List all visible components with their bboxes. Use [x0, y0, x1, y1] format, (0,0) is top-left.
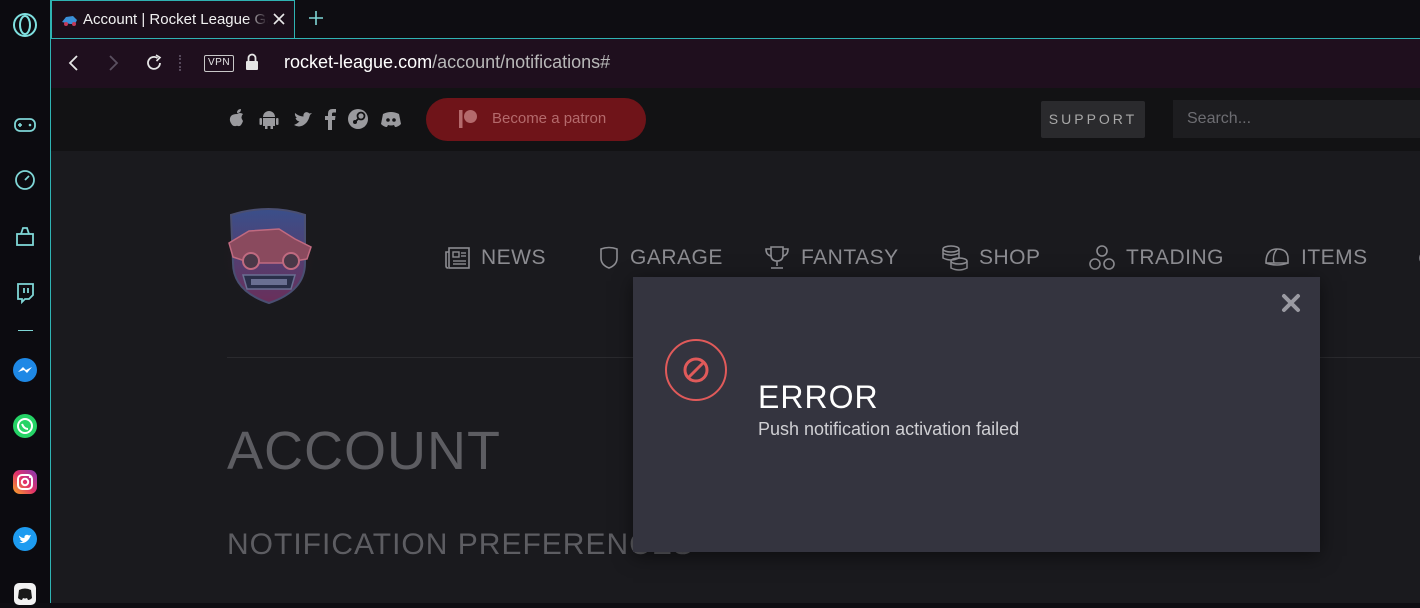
- nav-news-label: NEWS: [481, 246, 546, 269]
- shield-icon: [600, 246, 618, 269]
- sidebar-divider: [18, 330, 33, 331]
- vpn-badge[interactable]: VPN: [204, 55, 235, 72]
- nav-trading[interactable]: TRADING: [1088, 238, 1224, 278]
- nav-trading-label: TRADING: [1126, 246, 1224, 269]
- url-path: /account/notifications#: [432, 52, 611, 72]
- helmet-icon: [1265, 248, 1289, 266]
- support-button[interactable]: SUPPORT: [1041, 101, 1145, 138]
- coins-icon: [942, 245, 968, 271]
- speed-dial-icon[interactable]: [11, 166, 39, 194]
- site-topbar: Become a patron SUPPORT: [51, 88, 1420, 151]
- nav-fantasy[interactable]: FANTASY: [763, 238, 899, 278]
- nav-shop[interactable]: SHOP: [941, 238, 1041, 278]
- cleaner-icon[interactable]: [11, 222, 39, 250]
- opera-logo-icon[interactable]: [11, 11, 39, 39]
- apple-icon[interactable]: [227, 108, 249, 130]
- section-title: NOTIFICATION PREFERENCES: [227, 528, 694, 561]
- close-tab-icon[interactable]: [271, 11, 287, 27]
- address-separator: [179, 55, 183, 71]
- patron-label: Become a patron: [492, 110, 607, 127]
- twitter-icon[interactable]: [292, 108, 314, 130]
- twitter-icon[interactable]: [11, 525, 39, 553]
- address-bar: VPN rocket-league.com/account/notificati…: [51, 38, 1420, 88]
- tab-bar: Account | Rocket League Garage: [51, 0, 1420, 38]
- browser-tab[interactable]: Account | Rocket League Garage: [51, 0, 295, 38]
- forward-icon[interactable]: [103, 53, 123, 73]
- tab-title: Account | Rocket League Garage: [83, 11, 268, 28]
- whatsapp-icon[interactable]: [11, 412, 39, 440]
- close-icon[interactable]: [1281, 293, 1301, 313]
- nav-more-icon[interactable]: [1415, 238, 1420, 278]
- steam-icon[interactable]: [347, 108, 369, 130]
- rocket-league-garage-logo[interactable]: [219, 203, 321, 308]
- url-host: rocket-league.com: [284, 52, 433, 72]
- nav-items[interactable]: ITEMS: [1263, 238, 1368, 278]
- dialog-message: Push notification activation failed: [758, 419, 1020, 439]
- nav-fantasy-label: FANTASY: [801, 246, 899, 269]
- dialog-title: ERROR: [758, 379, 879, 415]
- gx-controller-icon[interactable]: [11, 111, 39, 139]
- error-dialog: ERROR Push notification activation faile…: [633, 277, 1320, 552]
- discord-icon[interactable]: [11, 580, 39, 608]
- nav-items-label: ITEMS: [1301, 246, 1368, 269]
- error-ban-icon: [664, 338, 728, 402]
- rocket-league-garage-favicon: [61, 12, 78, 31]
- nav-shop-label: SHOP: [979, 246, 1041, 269]
- lock-icon[interactable]: [245, 53, 259, 71]
- back-icon[interactable]: [64, 53, 84, 73]
- nav-garage[interactable]: GARAGE: [598, 238, 723, 278]
- instagram-icon[interactable]: [11, 468, 39, 496]
- trading-icon: [1089, 245, 1115, 270]
- new-tab-icon[interactable]: [307, 9, 325, 27]
- newspaper-icon: [445, 247, 470, 269]
- reload-icon[interactable]: [144, 53, 164, 73]
- android-icon[interactable]: [258, 108, 280, 130]
- url-field[interactable]: rocket-league.com/account/notifications#: [284, 52, 610, 73]
- nav-garage-label: GARAGE: [630, 246, 723, 269]
- search-input[interactable]: [1173, 100, 1420, 138]
- twitch-icon[interactable]: [11, 279, 39, 307]
- trophy-icon: [765, 246, 789, 269]
- nav-news[interactable]: NEWS: [445, 238, 546, 278]
- page-title: ACCOUNT: [227, 421, 501, 481]
- discord-icon[interactable]: [380, 108, 402, 130]
- become-patron-button[interactable]: Become a patron: [426, 98, 646, 141]
- browser-sidebar: [0, 0, 51, 605]
- patreon-icon: [458, 109, 478, 129]
- messenger-icon[interactable]: [11, 356, 39, 384]
- facebook-icon[interactable]: [323, 108, 345, 130]
